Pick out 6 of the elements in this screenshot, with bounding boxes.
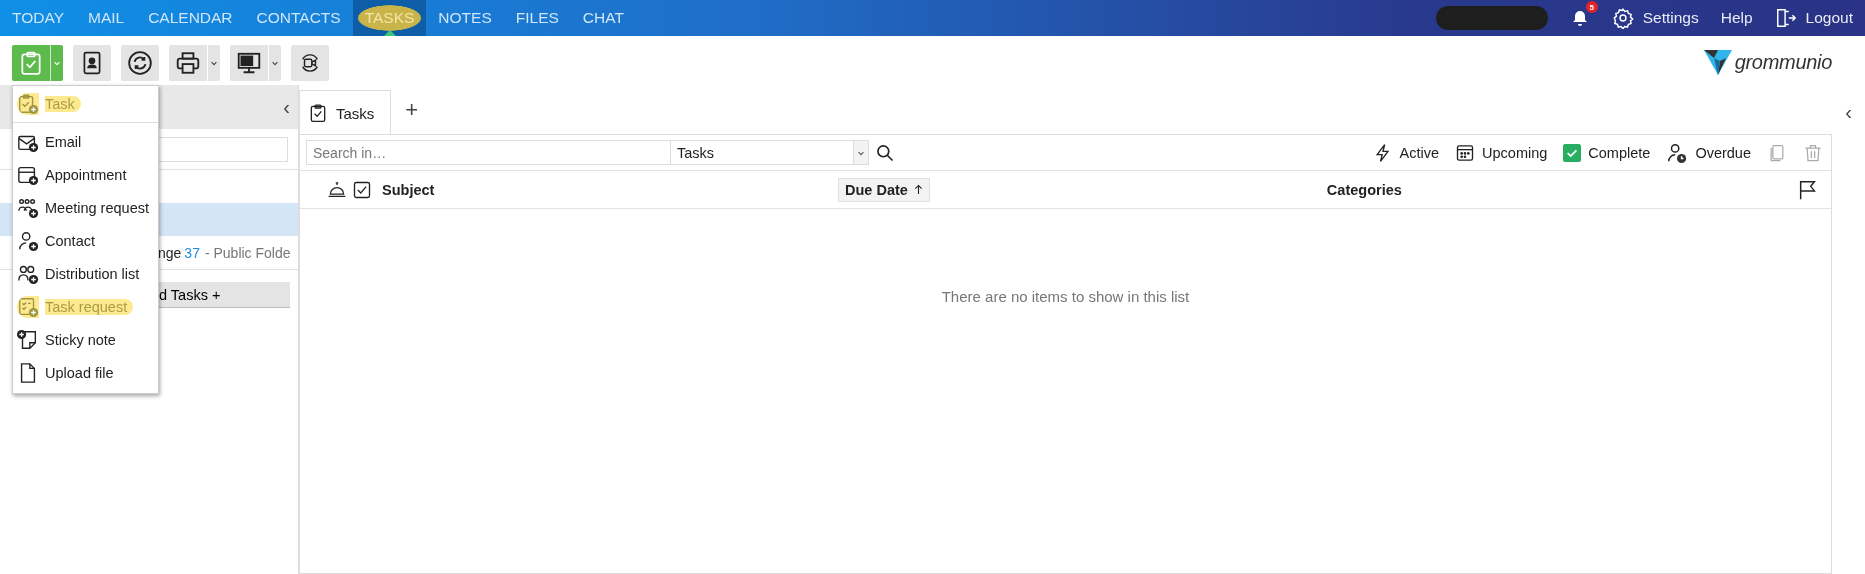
folder-name: nge xyxy=(158,244,182,261)
folder-count: 37 xyxy=(184,244,200,261)
logo: grommunio xyxy=(1702,48,1832,76)
folder-store: - Public Folde xyxy=(204,244,291,261)
notification-badge: 5 xyxy=(1585,1,1598,13)
empty-message: There are no items to show in this list xyxy=(940,288,1191,305)
